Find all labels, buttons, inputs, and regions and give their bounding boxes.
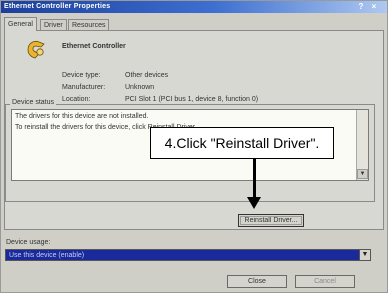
- help-button[interactable]: ?: [356, 2, 366, 11]
- manufacturer-label: Manufacturer:: [62, 84, 106, 91]
- device-usage-select[interactable]: Use this device (enable): [5, 249, 361, 261]
- close-icon[interactable]: ×: [369, 2, 379, 11]
- device-type-value: Other devices: [125, 72, 169, 79]
- device-status-label: Device status: [10, 99, 57, 106]
- location-label: Location:: [62, 96, 91, 103]
- instruction-callout: 4.Click "Reinstall Driver".: [150, 127, 334, 159]
- device-type-label: Device type:: [62, 72, 101, 79]
- title-bar: Ethernet Controller Properties ? ×: [1, 1, 387, 13]
- device-name: Ethernet Controller: [62, 43, 126, 50]
- ethernet-device-icon: [27, 41, 45, 59]
- reinstall-driver-button[interactable]: Reinstall Driver...: [238, 214, 304, 227]
- close-button[interactable]: Close: [227, 275, 287, 288]
- scroll-down-icon[interactable]: ▼: [357, 169, 368, 179]
- dialog-title: Ethernet Controller Properties: [4, 3, 111, 10]
- tab-general[interactable]: General: [4, 17, 37, 31]
- chevron-down-icon[interactable]: ▼: [359, 249, 371, 261]
- status-scrollbar[interactable]: ▼: [356, 110, 368, 180]
- pointer-arrow: [253, 159, 256, 199]
- pointer-arrow-head: [247, 197, 261, 209]
- device-usage-label: Device usage:: [6, 239, 51, 246]
- status-line: The drivers for this device are not inst…: [15, 113, 149, 120]
- manufacturer-value: Unknown: [125, 84, 155, 91]
- cancel-button[interactable]: Cancel: [295, 275, 355, 288]
- location-value: PCI Slot 1 (PCI bus 1, device 8, functio…: [125, 96, 259, 103]
